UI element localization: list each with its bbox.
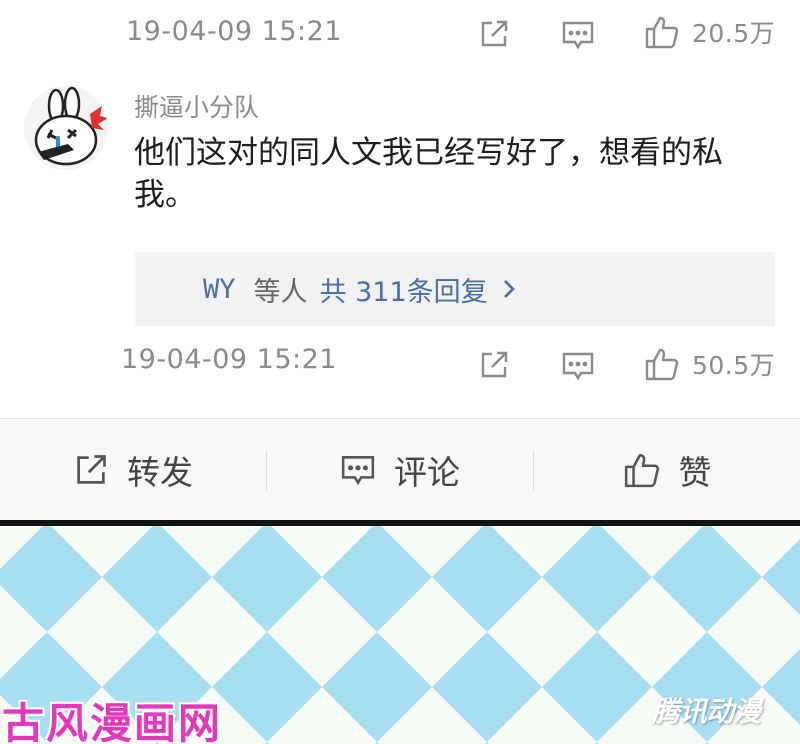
like-button[interactable]: 50.5万 [644,346,775,382]
prev-comment-meta: 19-04-09 15:21 20.5万 [0,12,800,56]
bottom-comment-button[interactable]: 评论 [267,419,533,520]
comment-username[interactable]: 撕逼小分队 [134,88,259,124]
reply-count-link[interactable]: 共 311条回复 [320,270,488,309]
prev-like-button[interactable]: 20.5万 [644,14,775,50]
share-icon [481,351,508,378]
rabbit-avatar [24,86,108,170]
replies-summary[interactable]: WY 等人 共 311条回复 [135,252,775,326]
comment-icon [562,352,594,381]
thumbs-up-icon [624,453,659,487]
bottom-comment-label: 评论 [394,452,460,492]
prev-share-button[interactable] [478,18,510,50]
comment-timestamp: 19-04-09 15:21 [121,344,337,375]
bottom-share-button[interactable]: 转发 [0,419,266,520]
reply-user[interactable]: WY [203,274,236,305]
like-count: 50.5万 [692,351,776,380]
bottom-share-label: 转发 [127,452,193,492]
share-icon [481,20,508,47]
share-button[interactable] [478,349,510,381]
prev-like-count: 20.5万 [692,19,776,48]
comment-icon [562,21,594,50]
share-icon [77,454,106,484]
watermark-left: 古风漫画网 [2,699,223,744]
comment-text: 他们这对的同人文我已经写好了，想看的私我。 [134,135,723,213]
comment-button[interactable] [561,350,595,382]
bottom-like-button[interactable]: 赞 [534,419,800,520]
avatar[interactable] [24,86,108,170]
thumbs-up-icon [645,348,679,381]
prev-comment-timestamp: 19-04-09 15:21 [126,16,342,47]
comment-icon [341,455,375,485]
reply-others-label: 等人 [253,276,308,308]
comment-meta: 19-04-09 15:21 50.5万 [0,340,800,384]
thumbs-up-icon [645,16,679,49]
chevron-right-icon [502,278,516,300]
prev-comment-button[interactable] [561,19,595,51]
bottom-like-label: 赞 [678,452,712,492]
watermark-right: 腾讯动漫 [652,695,761,728]
bottom-action-bar: 转发 评论 赞 [0,418,800,520]
